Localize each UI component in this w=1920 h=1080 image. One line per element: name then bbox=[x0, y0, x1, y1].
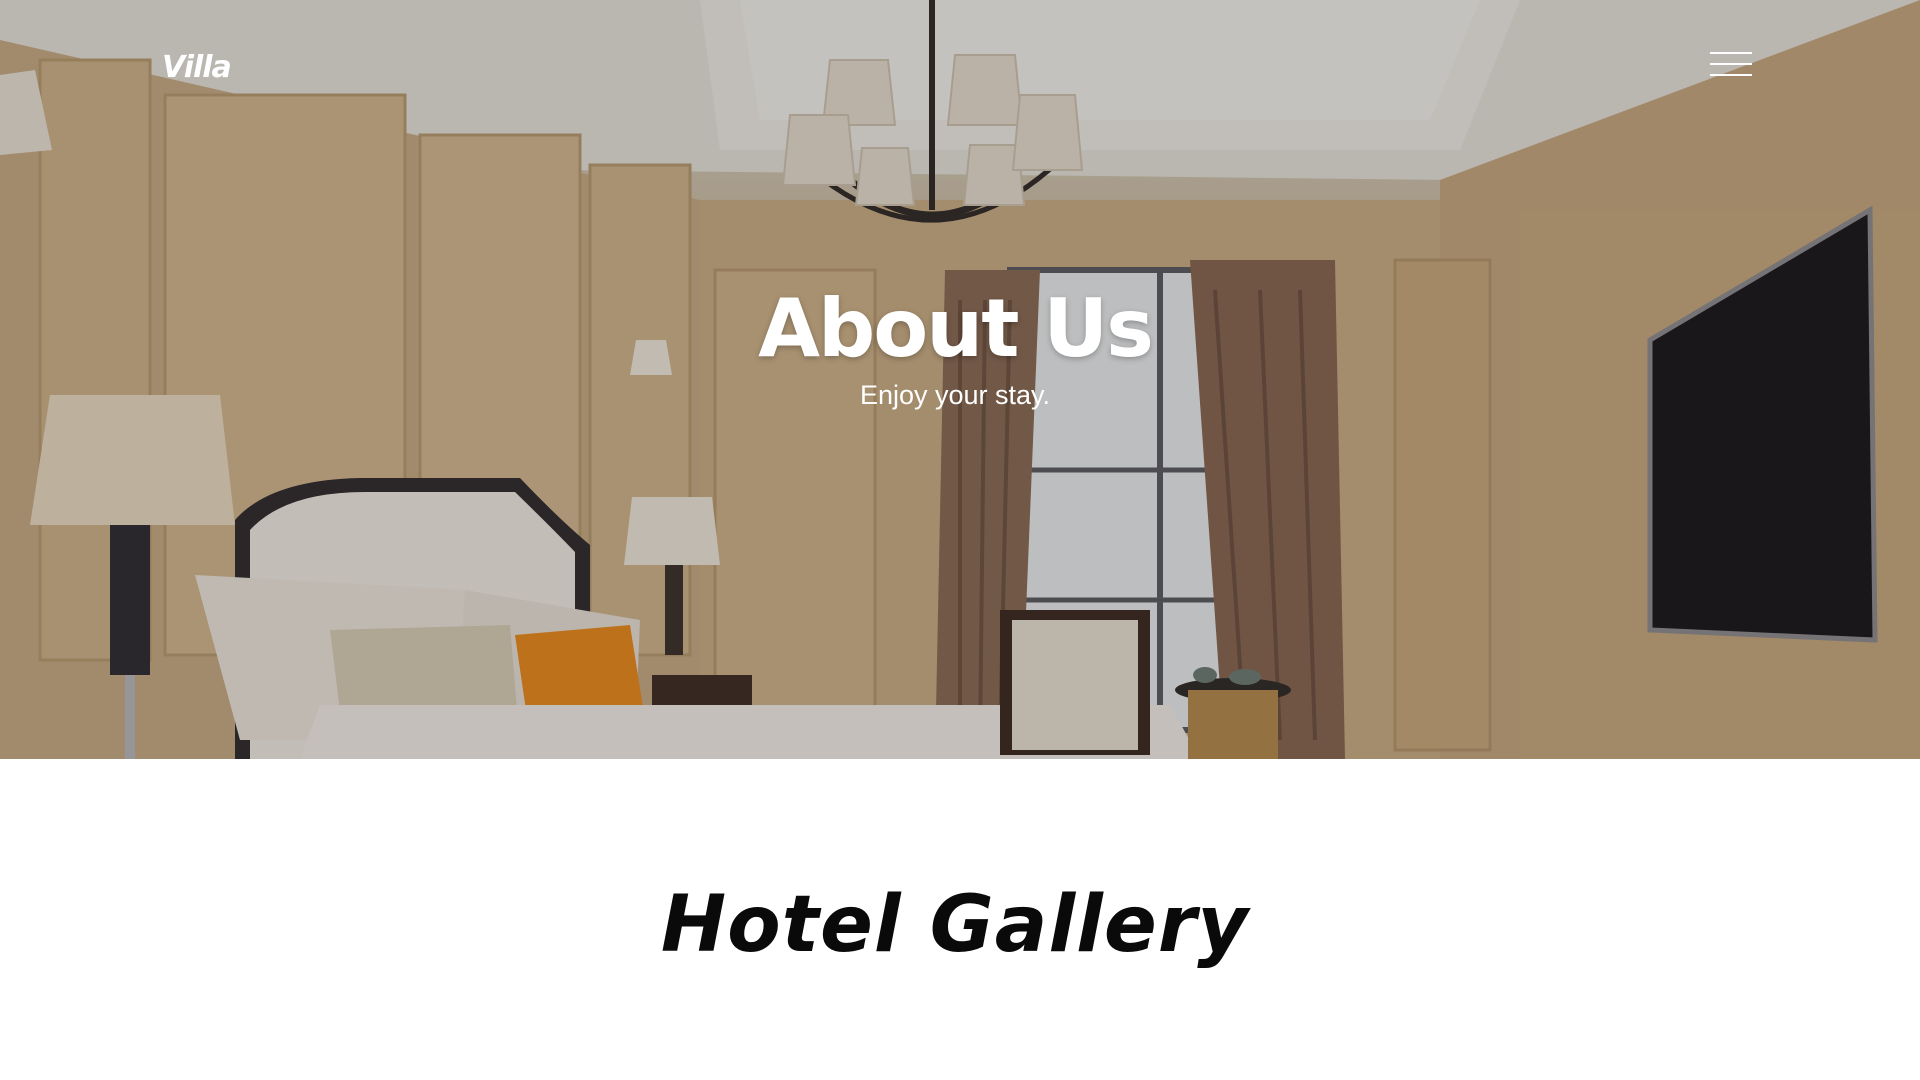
hero-section: Villa About Us Enjoy your stay. bbox=[0, 0, 1920, 759]
menu-line bbox=[1710, 63, 1752, 65]
menu-line bbox=[1710, 74, 1752, 76]
gallery-heading: Hotel Gallery bbox=[660, 880, 1250, 970]
page-title: About Us bbox=[758, 282, 1154, 375]
page-subtitle: Enjoy your stay. bbox=[859, 380, 1051, 410]
site-logo[interactable]: Villa bbox=[162, 50, 232, 85]
hamburger-menu-icon[interactable] bbox=[1710, 52, 1752, 78]
menu-line bbox=[1710, 52, 1752, 54]
